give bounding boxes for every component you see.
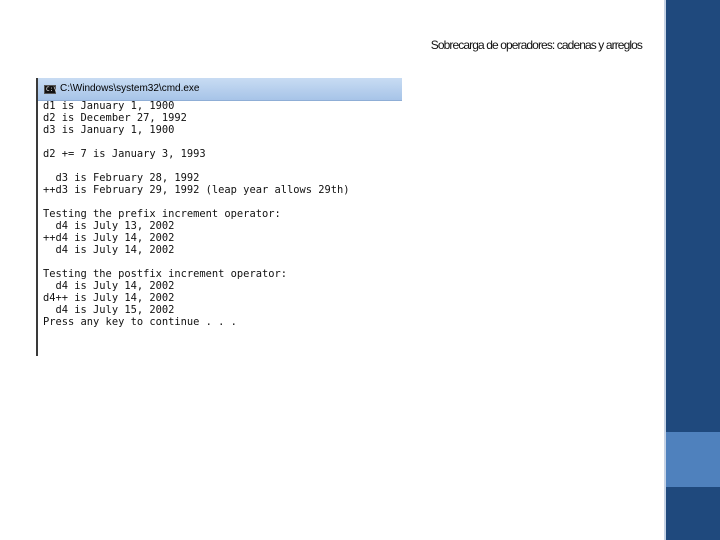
cmd-icon: C:\ [44,85,57,94]
slide-title: Sobrecarga de operadores: cadenas y arre… [430,38,643,52]
console-line: Testing the postfix increment operator: [43,268,287,280]
console-line: Testing the prefix increment operator: [43,208,281,220]
console-line: d4 is July 14, 2002 [43,280,175,292]
console-line: ++d3 is February 29, 1992 (leap year all… [43,184,350,196]
console-line: d3 is January 1, 1900 [43,124,175,136]
console-line: d4 is July 14, 2002 [43,244,175,256]
console-line: d3 is February 28, 1992 [43,172,200,184]
console-titlebar[interactable]: C:\ C:\Windows\system32\cmd.exe [38,78,402,101]
console-output: d1 is January 1, 1900 d2 is December 27, … [43,100,350,328]
console-line: ++d4 is July 14, 2002 [43,232,175,244]
console-line: d1 is January 1, 1900 [43,100,175,112]
console-line: d2 += 7 is January 3, 1993 [43,148,206,160]
console-line: d4 is July 15, 2002 [43,304,175,316]
slide-decor-accent [666,432,720,487]
console-window[interactable]: C:\ C:\Windows\system32\cmd.exe d1 is Ja… [36,78,402,356]
console-line: d2 is December 27, 1992 [43,112,187,124]
slide-decor-bar [666,0,720,540]
console-line: Press any key to continue . . . [43,316,237,328]
console-line: d4++ is July 14, 2002 [43,292,175,304]
window-title: C:\Windows\system32\cmd.exe [60,83,200,94]
console-line: d4 is July 13, 2002 [43,220,175,232]
